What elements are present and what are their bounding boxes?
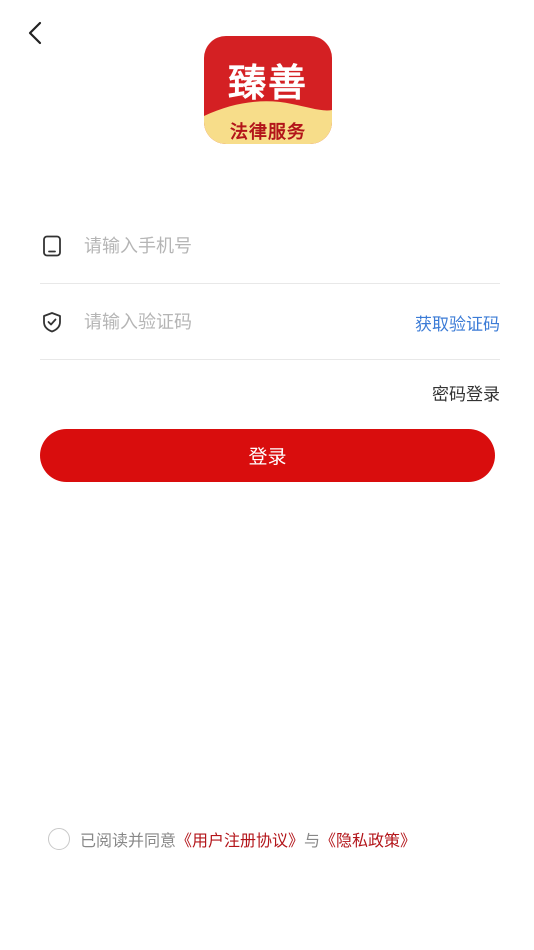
agree-checkbox[interactable] — [48, 828, 70, 850]
phone-input[interactable] — [84, 228, 384, 264]
agreement-conjunction: 与 — [304, 831, 321, 850]
phone-field — [40, 208, 500, 284]
app-logo: 臻善 法律服务 — [204, 36, 332, 144]
login-button[interactable]: 登录 — [40, 429, 495, 482]
verification-code-field: 获取验证码 — [40, 284, 500, 360]
logo-title: 臻善 — [227, 60, 308, 105]
agreement-row: 已阅读并同意 《用户注册协议》 与 《隐私政策》 — [48, 826, 416, 852]
login-screen: 臻善 法律服务 获取验证码 密码登录 登录 已阅读并同意 《用户注册协议》 与 … — [0, 0, 534, 950]
password-login-link[interactable]: 密码登录 — [432, 380, 500, 405]
logo-subtitle: 法律服务 — [230, 122, 306, 143]
back-button[interactable] — [20, 18, 50, 48]
chevron-left-icon — [28, 21, 42, 45]
privacy-policy-link[interactable]: 《隐私政策》 — [320, 827, 416, 851]
verification-code-input[interactable] — [84, 304, 384, 340]
agreement-prefix: 已阅读并同意 — [80, 831, 177, 850]
user-agreement-link[interactable]: 《用户注册协议》 — [176, 827, 304, 851]
get-code-button[interactable]: 获取验证码 — [415, 310, 500, 335]
phone-icon — [40, 234, 64, 258]
shield-icon — [40, 310, 64, 334]
